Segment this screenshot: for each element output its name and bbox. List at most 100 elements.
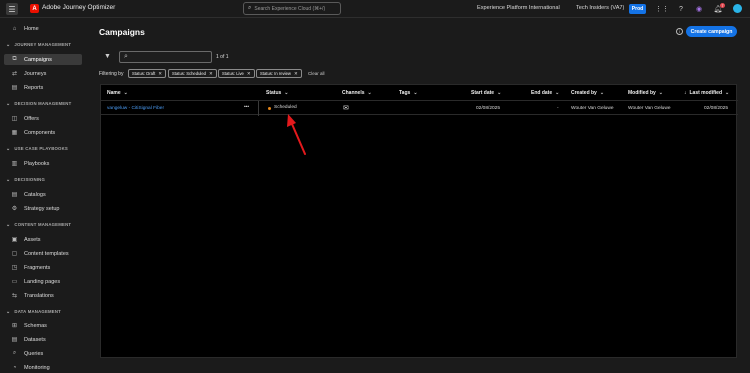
chevron-down-icon: ⌄ [284, 90, 289, 96]
header-label: Start date [471, 90, 495, 96]
feedback-icon[interactable]: ◉ [694, 4, 704, 14]
nav-label: Components [24, 129, 56, 136]
filter-chip-live[interactable]: Status: Live ✕ [218, 69, 255, 78]
section-title: CONTENT MANAGEMENT [14, 222, 72, 227]
menu-icon[interactable]: ☰ [6, 3, 18, 15]
info-icon[interactable]: i [676, 28, 683, 35]
nav-item-catalogs[interactable]: ▤ Catalogs [4, 189, 82, 200]
close-icon[interactable]: ✕ [294, 71, 298, 77]
apps-grid-icon[interactable]: ⋮⋮ [655, 4, 669, 14]
nav-section-content-management[interactable]: ⌄ CONTENT MANAGEMENT [6, 222, 71, 228]
nav-label: Catalogs [24, 191, 46, 198]
more-actions-icon[interactable]: ••• [244, 105, 249, 110]
column-header-modified-by[interactable]: Modified by ⌄ [628, 90, 663, 96]
column-header-channels[interactable]: Channels ⌄ [342, 90, 372, 96]
catalogs-icon: ▤ [11, 192, 18, 198]
end-date: - [557, 106, 559, 111]
nav-label: Landing pages [24, 278, 61, 285]
nav-item-landing-pages[interactable]: ▭ Landing pages [4, 276, 82, 287]
datasets-icon: ▤ [11, 337, 18, 343]
schemas-icon: ⊞ [11, 323, 18, 329]
nav-item-translations[interactable]: ⇆ Translations [4, 290, 82, 301]
campaign-name-link[interactable]: vangeluw - CitiSignal Fiber [107, 106, 164, 111]
environment-badge[interactable]: Prod [629, 4, 646, 14]
chevron-down-icon: ⌄ [123, 90, 128, 96]
nav-item-queries[interactable]: ⌕ Queries [4, 348, 82, 359]
header-label: End date [531, 90, 553, 96]
filter-icon[interactable]: ▼ [104, 53, 111, 60]
status-dot [268, 107, 271, 110]
close-icon[interactable]: ✕ [209, 71, 213, 77]
nav-label: Assets [24, 236, 41, 243]
nav-label: Campaigns [24, 56, 52, 63]
nav-section-journey-management[interactable]: ⌄ JOURNEY MANAGEMENT [6, 42, 71, 48]
create-campaign-button[interactable]: Create campaign [686, 26, 737, 37]
nav-label: Strategy setup [24, 205, 60, 212]
sort-arrow-icon: ↓ [684, 90, 687, 96]
nav-item-journeys[interactable]: ⇄ Journeys [4, 68, 82, 79]
nav-item-components[interactable]: ▦ Components [4, 127, 82, 138]
org-switcher[interactable]: Experience Platform International [477, 5, 560, 11]
chevron-down-icon: ⌄ [725, 90, 730, 96]
search-icon: ⌕ [248, 5, 252, 11]
last-modified: 02/08/2025 [704, 106, 729, 111]
column-header-tags[interactable]: Tags ⌄ [399, 90, 418, 96]
nav-item-playbooks[interactable]: ▥ Playbooks [4, 158, 82, 169]
search-placeholder: Search Experience Cloud (⌘+/) [254, 5, 326, 12]
column-header-start-date[interactable]: Start date ⌄ [471, 90, 501, 96]
nav-section-use-case-playbooks[interactable]: ⌄ USE CASE PLAYBOOKS [6, 146, 68, 152]
section-title: DECISIONING [14, 177, 46, 182]
start-date: 02/08/2025 [476, 106, 501, 111]
nav-item-assets[interactable]: ▣ Assets [4, 234, 82, 245]
column-header-end-date[interactable]: End date ⌄ [531, 90, 559, 96]
column-divider [258, 101, 259, 116]
column-header-name[interactable]: Name ⌄ [107, 90, 128, 96]
close-icon[interactable]: ✕ [247, 71, 251, 77]
header-label: Name [107, 90, 121, 96]
filter-chip-in-review[interactable]: Status: In review ✕ [256, 69, 302, 78]
top-bar: ☰ A Adobe Journey Optimizer ⌕ Search Exp… [0, 0, 750, 18]
nav-item-datasets[interactable]: ▤ Datasets [4, 334, 82, 345]
sandbox-switcher[interactable]: Tech Insiders (VA7) [576, 5, 624, 11]
user-avatar[interactable] [733, 4, 742, 13]
chevron-down-icon: ⌄ [367, 90, 372, 96]
header-label: Status [266, 90, 282, 96]
nav-section-decisioning[interactable]: ⌄ DECISIONING [6, 177, 45, 183]
templates-icon: ▢ [11, 251, 18, 257]
campaigns-icon: ⧉ [12, 56, 17, 62]
column-header-last-modified[interactable]: ↓ Last modified ⌄ [684, 90, 729, 96]
nav-item-monitoring[interactable]: ◔ Monitoring [4, 362, 82, 373]
clear-all-filters-link[interactable]: Clear all [308, 71, 325, 76]
nav-item-home[interactable]: ⌂ Home [4, 23, 82, 34]
section-title: DATA MANAGEMENT [14, 309, 61, 314]
nav-section-data-management[interactable]: ⌄ DATA MANAGEMENT [6, 309, 61, 315]
queries-icon: ⌕ [12, 350, 17, 356]
adobe-logo-icon: A [30, 4, 39, 13]
nav-label: Schemas [24, 322, 47, 329]
nav-item-schemas[interactable]: ⊞ Schemas [4, 320, 82, 331]
nav-item-fragments[interactable]: ◳ Fragments [4, 262, 82, 273]
global-search-input[interactable]: ⌕ Search Experience Cloud (⌘+/) [243, 2, 341, 15]
campaign-search-input[interactable]: ⌕ [119, 51, 212, 63]
nav-item-reports[interactable]: ▤ Reports [4, 82, 82, 93]
nav-label: Queries [24, 350, 44, 357]
nav-item-content-templates[interactable]: ▢ Content templates [4, 248, 82, 259]
filter-chip-scheduled[interactable]: Status: Scheduled ✕ [168, 69, 217, 78]
chip-label: Status: In review [260, 71, 291, 76]
column-header-status[interactable]: Status ⌄ [266, 90, 288, 96]
close-icon[interactable]: ✕ [158, 71, 162, 77]
nav-item-campaigns[interactable]: ⧉ Campaigns [4, 54, 82, 65]
nav-item-strategy-setup[interactable]: ⚙ Strategy setup [4, 203, 82, 214]
header-label: Modified by [628, 90, 656, 96]
column-header-created-by[interactable]: Created by ⌄ [571, 90, 604, 96]
nav-section-decision-management[interactable]: ⌄ DECISION MANAGEMENT [6, 101, 71, 107]
campaigns-table: Name ⌄ Status ⌄ Channels ⌄ Tags ⌄ Start date… [100, 84, 738, 358]
filter-chip-draft[interactable]: Status: Draft ✕ [128, 69, 167, 78]
help-icon[interactable]: ? [676, 4, 686, 14]
nav-item-offers[interactable]: ◫ Offers [4, 113, 82, 124]
search-icon: ⌕ [124, 53, 128, 60]
notification-count-badge: 7 [720, 3, 725, 8]
monitoring-icon: ◔ [12, 364, 17, 371]
table-row[interactable]: vangeluw - CitiSignal Fiber ••• Schedule… [101, 100, 738, 116]
nav-label: Reports [24, 84, 44, 91]
